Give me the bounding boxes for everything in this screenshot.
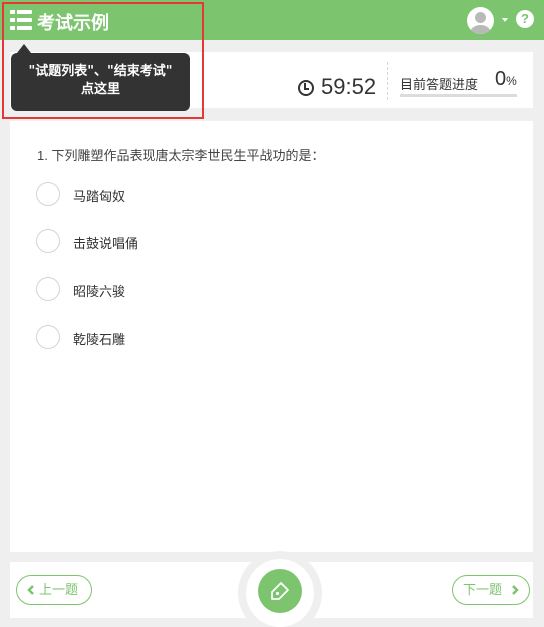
chevron-left-icon	[27, 585, 34, 595]
progress-label: 目前答题进度	[400, 77, 479, 92]
tooltip-arrow	[17, 44, 31, 53]
answer-option[interactable]: 昭陵六骏	[36, 277, 336, 301]
tooltip-line: "试题列表"、"结束考试"	[28, 64, 173, 79]
radio-button[interactable]	[36, 229, 60, 253]
chevron-down-icon[interactable]	[502, 18, 508, 22]
answer-option[interactable]: 马踏匈奴	[36, 182, 336, 206]
next-question-button[interactable]: 下一题	[452, 575, 530, 605]
radio-button[interactable]	[36, 325, 60, 349]
user-avatar-icon[interactable]	[467, 7, 494, 34]
answer-option[interactable]: 击鼓说唱俑	[36, 229, 336, 253]
progress-value: 0%	[495, 68, 517, 90]
submit-pen-icon	[271, 582, 289, 600]
option-label: 乾陵石雕	[73, 332, 126, 347]
answer-option[interactable]: 乾陵石雕	[36, 325, 336, 349]
chevron-right-icon	[512, 585, 519, 595]
countdown-timer: 59:52	[321, 74, 377, 99]
submit-button[interactable]	[258, 569, 302, 613]
page-title: 考试示例	[37, 13, 109, 34]
tooltip-line: 点这里	[80, 82, 120, 97]
guide-tooltip: "试题列表"、"结束考试" 点这里	[11, 53, 190, 111]
option-label: 马踏匈奴	[73, 189, 126, 204]
clock-icon	[298, 80, 314, 96]
prev-question-button[interactable]: 上一题	[16, 575, 92, 605]
option-label: 昭陵六骏	[73, 284, 126, 299]
question-text: 1. 下列雕塑作品表现唐太宗李世民生平战功的是：	[37, 148, 325, 163]
prev-button-label: 上一题	[39, 582, 79, 597]
radio-button[interactable]	[36, 182, 60, 206]
divider	[387, 62, 388, 100]
option-label: 击鼓说唱俑	[73, 236, 139, 251]
radio-button[interactable]	[36, 277, 60, 301]
progress-bar	[400, 94, 517, 97]
menu-list-icon[interactable]	[10, 10, 32, 30]
help-icon[interactable]: ?	[516, 10, 534, 28]
top-bar: 考试示例 ?	[0, 0, 544, 40]
next-button-label: 下一题	[463, 582, 503, 597]
